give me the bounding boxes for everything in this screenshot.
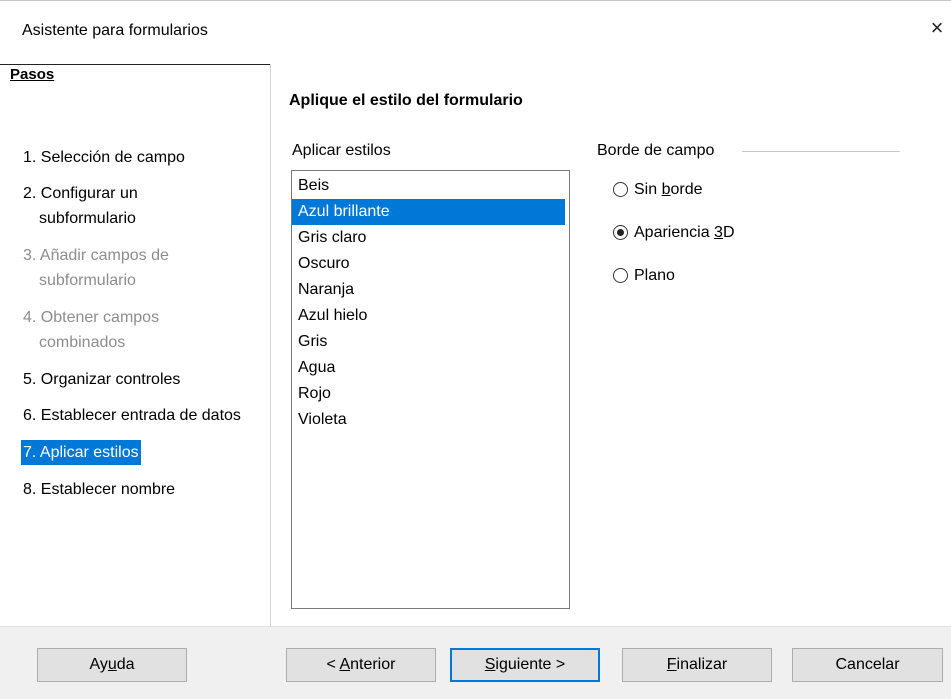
radio-circle-icon [613, 182, 628, 197]
step-label-line2: subformulario [39, 272, 136, 289]
step-label-line1: 2. Configurar un [23, 185, 138, 202]
back-button[interactable]: < Anterior [286, 648, 436, 682]
help-button[interactable]: Ayuda [37, 648, 187, 682]
step-set-name[interactable]: 8. Establecer nombre [23, 477, 175, 502]
style-option-naranja[interactable]: Naranja [292, 277, 565, 303]
styles-label: Aplicar estilos [292, 142, 391, 159]
styles-listbox[interactable]: Beis Azul brillante Gris claro Oscuro Na… [291, 170, 570, 609]
next-button[interactable]: Siguiente > [450, 648, 600, 682]
step-apply-styles[interactable]: 7. Aplicar estilos [21, 440, 141, 465]
step-label: 8. Establecer nombre [23, 481, 176, 498]
step-field-selection[interactable]: 1. Selección de campo [23, 145, 185, 170]
close-icon[interactable]: × [925, 16, 949, 40]
style-option-gris[interactable]: Gris [292, 329, 565, 355]
step-label-line2: combinados [39, 334, 126, 351]
style-option-gris-claro[interactable]: Gris claro [292, 225, 565, 251]
pane-divider [270, 64, 271, 626]
group-separator [742, 151, 900, 152]
step-label-line1: 4. Obtener campos [23, 309, 160, 326]
finish-button[interactable]: Finalizar [622, 648, 772, 682]
style-option-rojo[interactable]: Rojo [292, 381, 565, 407]
style-option-azul-brillante[interactable]: Azul brillante [292, 199, 565, 225]
step-label-line2: subformulario [39, 210, 136, 227]
steps-header: Pasos [10, 66, 55, 83]
radio-label: Apariencia 3D [634, 224, 735, 241]
step-label-line1: 3. Añadir campos de [23, 247, 169, 264]
window-title: Asistente para formularios [22, 22, 208, 39]
radio-label: Plano [634, 267, 675, 284]
cancel-button[interactable]: Cancelar [792, 648, 943, 682]
step-label: 7. Aplicar estilos [23, 444, 139, 461]
radio-label: Sin borde [634, 181, 703, 198]
steps-separator [0, 64, 270, 65]
step-label: 6. Establecer entrada de datos [23, 407, 241, 424]
style-option-agua[interactable]: Agua [292, 355, 565, 381]
radio-checked-icon [613, 225, 628, 240]
style-option-oscuro[interactable]: Oscuro [292, 251, 565, 277]
step-arrange-controls[interactable]: 5. Organizar controles [23, 367, 180, 392]
step-add-subform-fields: 3. Añadir campos de subformulario [23, 243, 169, 293]
step-data-entry[interactable]: 6. Establecer entrada de datos [23, 403, 241, 428]
style-option-beis[interactable]: Beis [292, 173, 565, 199]
step-label: 1. Selección de campo [23, 149, 185, 166]
radio-circle-icon [613, 268, 628, 283]
step-label: 5. Organizar controles [23, 371, 181, 388]
style-option-azul-hielo[interactable]: Azul hielo [292, 303, 565, 329]
page-heading: Aplique el estilo del formulario [289, 92, 523, 109]
step-joined-fields: 4. Obtener campos combinados [23, 305, 159, 355]
style-option-violeta[interactable]: Violeta [292, 407, 565, 433]
field-border-label: Borde de campo [597, 142, 715, 159]
step-subform[interactable]: 2. Configurar un subformulario [23, 181, 138, 231]
